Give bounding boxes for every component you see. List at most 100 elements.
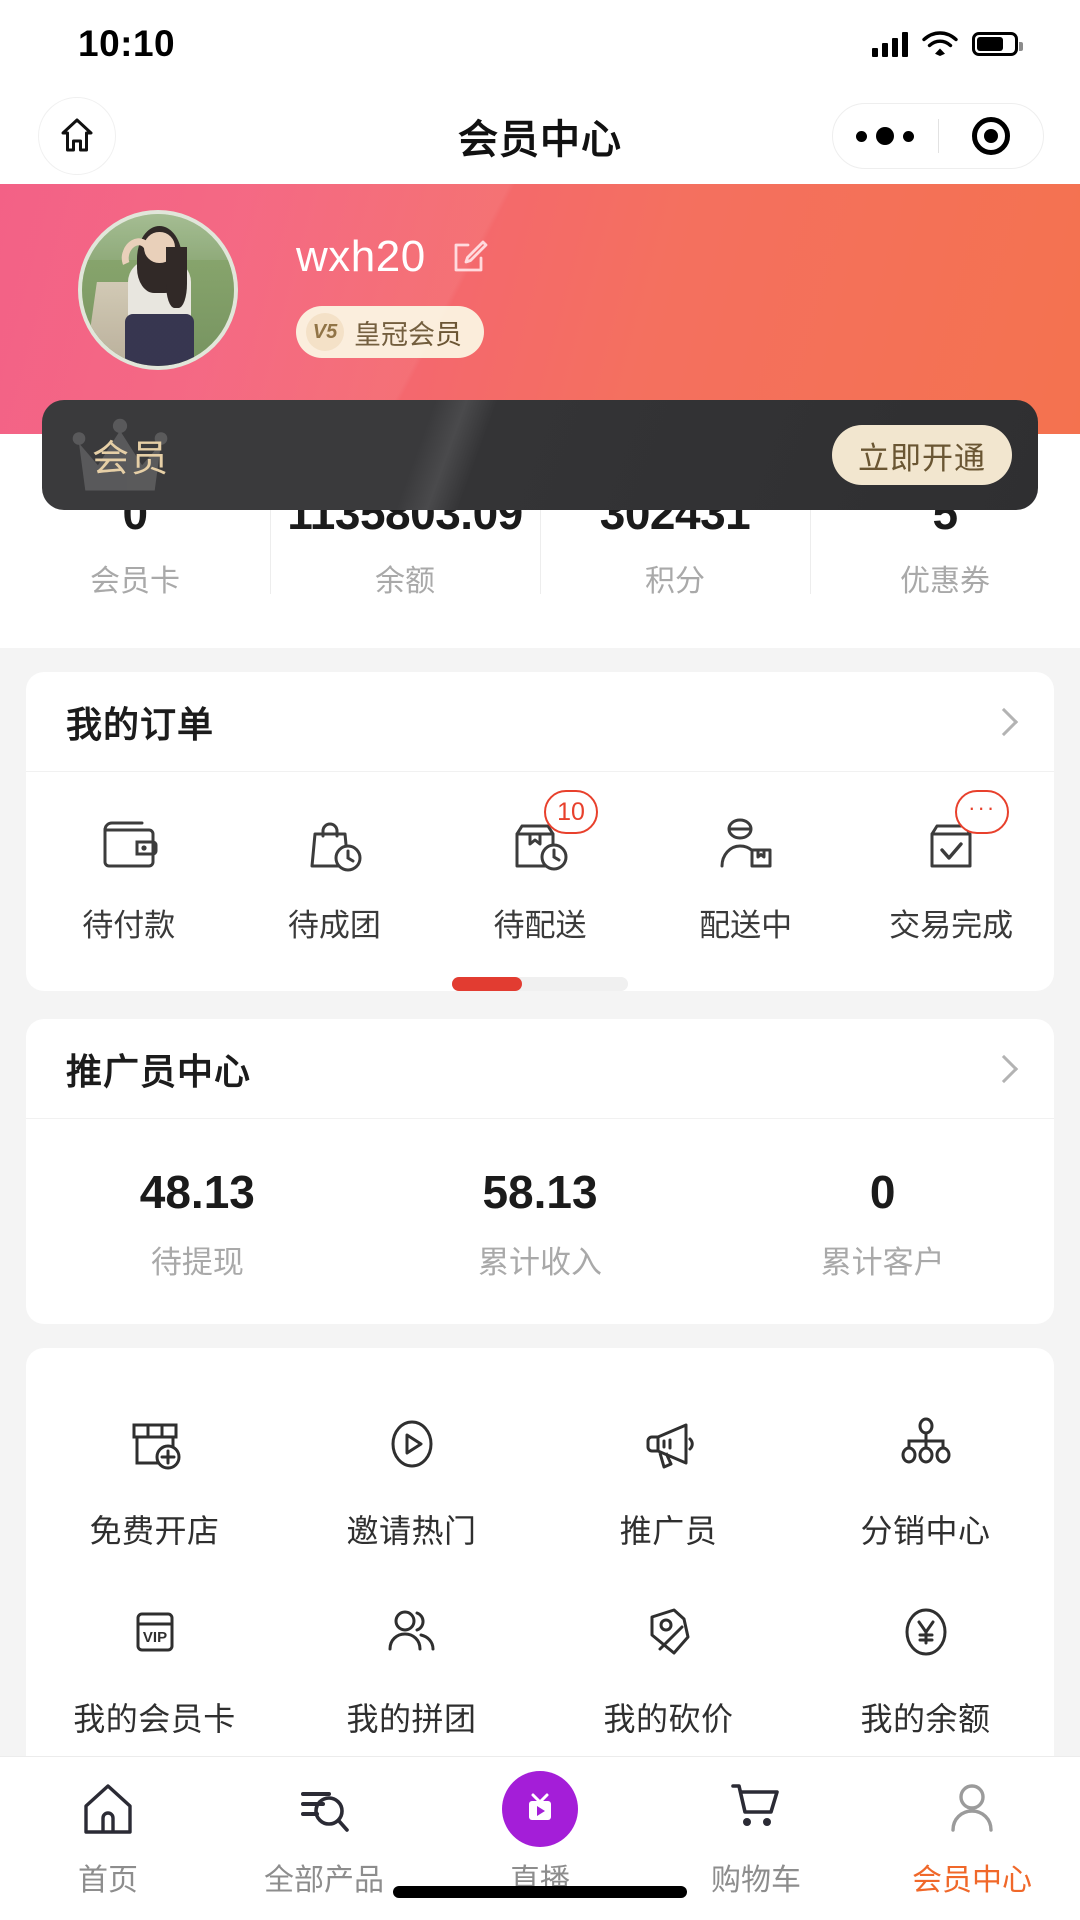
yuan-circle-icon: [905, 1608, 946, 1656]
megaphone-icon: [646, 1423, 694, 1469]
home-icon: [84, 1784, 132, 1834]
more-dots-icon: [856, 127, 915, 145]
bag-clock-icon: [310, 822, 362, 872]
member-level-badge: V5 皇冠会员: [296, 306, 484, 358]
stat-value: 0: [869, 1166, 896, 1218]
target-circle-icon: [971, 117, 1010, 155]
grid-item-label: 分销中心: [860, 1513, 991, 1549]
grid-item-label: 我的拼团: [346, 1701, 477, 1737]
stat-label: 积分: [645, 565, 705, 598]
grid-item-invite-hot[interactable]: 邀请热门: [283, 1390, 540, 1578]
home-indicator: [393, 1886, 687, 1898]
order-badge: ···: [955, 790, 1010, 834]
order-status-pending-delivery[interactable]: 10 待配送: [437, 790, 643, 945]
order-status-pending-group[interactable]: 待成团: [232, 812, 438, 945]
capsule-close-button[interactable]: [939, 117, 1044, 155]
grid-item-distribution[interactable]: 分销中心: [797, 1390, 1054, 1578]
level-label: 皇冠会员: [354, 319, 462, 350]
wifi-icon: [922, 31, 958, 56]
grid-item-promoter[interactable]: 推广员: [540, 1390, 797, 1578]
promoter-stat-total-customers[interactable]: 0 累计客户: [711, 1165, 1054, 1282]
tab-label: 会员中心: [912, 1864, 1032, 1897]
profile-hero: wxh20 V5 皇冠会员: [0, 184, 1080, 434]
order-status-label: 待配送: [493, 908, 587, 943]
username: wxh20: [296, 232, 426, 281]
shopping-cart-icon: [731, 1784, 779, 1826]
promoter-stat-total-income[interactable]: 58.13 累计收入: [369, 1165, 712, 1282]
status-bar: 10:10: [0, 0, 1080, 88]
stat-label: 优惠券: [900, 565, 990, 598]
card-title: 我的订单: [66, 703, 215, 745]
avatar[interactable]: [78, 210, 238, 370]
order-status-row: 待付款 待成团 10 待配送 配送中 ··· 交易完成: [26, 772, 1054, 951]
grid-item-open-shop[interactable]: 免费开店: [26, 1390, 283, 1578]
order-status-label: 配送中: [699, 908, 793, 943]
delivery-person-icon: [720, 818, 772, 868]
person-icon: [951, 1784, 993, 1832]
username-row: wxh20: [296, 232, 488, 282]
order-status-label: 交易完成: [889, 908, 1014, 943]
tab-home[interactable]: 首页: [0, 1773, 216, 1920]
order-status-label: 待成团: [287, 908, 381, 943]
battery-icon: [972, 32, 1023, 56]
chevron-right-icon: [989, 1054, 1019, 1083]
stat-value: 58.13: [482, 1166, 598, 1218]
stat-label: 累计收入: [478, 1245, 602, 1280]
discount-tag-icon: [650, 1608, 689, 1655]
promoter-center-header[interactable]: 推广员中心: [26, 1019, 1054, 1119]
my-orders-header[interactable]: 我的订单: [26, 672, 1054, 772]
cellular-signal-icon: [872, 31, 908, 57]
stat-label: 待提现: [150, 1245, 244, 1280]
order-status-in-delivery[interactable]: 配送中: [643, 812, 849, 945]
status-bar-indicators: [872, 31, 1023, 57]
group-people-icon: [388, 1610, 434, 1651]
edit-pencil-icon[interactable]: [450, 238, 488, 276]
chevron-right-icon: [989, 707, 1019, 736]
my-orders-card: 我的订单 待付款 待成团 10 待配送 配送中 ··· 交易完成: [26, 672, 1054, 991]
status-bar-time: 10:10: [78, 23, 176, 64]
stat-label: 会员卡: [90, 565, 180, 598]
vip-upgrade-card[interactable]: 会员 立即开通: [42, 400, 1038, 510]
stat-value: 48.13: [139, 1166, 255, 1218]
promoter-stats: 48.13 待提现 58.13 累计收入 0 累计客户: [26, 1119, 1054, 1324]
capsule-menu-button[interactable]: [833, 127, 938, 145]
promoter-stat-withdrawable[interactable]: 48.13 待提现: [26, 1165, 369, 1282]
tab-label: 购物车: [711, 1864, 801, 1897]
order-status-label: 待付款: [82, 908, 176, 943]
network-tree-icon: [901, 1417, 950, 1464]
grid-item-member-card[interactable]: VIP 我的会员卡: [26, 1578, 283, 1766]
order-status-completed[interactable]: ··· 交易完成: [848, 790, 1054, 945]
order-status-pending-payment[interactable]: 待付款: [26, 812, 232, 945]
tab-member-center[interactable]: 会员中心: [864, 1773, 1080, 1920]
grid-item-group-buy[interactable]: 我的拼团: [283, 1578, 540, 1766]
search-list-icon: [301, 1792, 349, 1832]
svg-text:VIP: VIP: [142, 1629, 166, 1646]
grid-item-label: 推广员: [619, 1513, 718, 1549]
tab-label: 首页: [78, 1864, 138, 1897]
grid-item-label: 我的余额: [860, 1701, 991, 1737]
grid-item-label: 我的砍价: [603, 1701, 734, 1737]
tab-label: 全部产品: [264, 1864, 384, 1897]
play-circle-icon: [391, 1420, 432, 1468]
stat-label: 余额: [375, 565, 435, 598]
vip-card-label: 会员: [92, 438, 170, 479]
order-badge: 10: [543, 790, 598, 834]
wechat-capsule: [832, 103, 1044, 169]
grid-item-bargain[interactable]: 我的砍价: [540, 1578, 797, 1766]
grid-item-label: 邀请热门: [346, 1513, 477, 1549]
level-tag: V5: [306, 313, 344, 351]
card-title: 推广员中心: [66, 1050, 252, 1092]
orders-scroll-indicator[interactable]: [452, 977, 628, 991]
vip-activate-button[interactable]: 立即开通: [832, 425, 1012, 485]
grid-item-balance[interactable]: 我的余额: [797, 1578, 1054, 1766]
wallet-icon: [103, 821, 158, 868]
live-tv-icon: [502, 1771, 578, 1847]
grid-item-label: 免费开店: [89, 1513, 220, 1549]
shop-add-icon: [132, 1423, 180, 1470]
promoter-center-card: 推广员中心 48.13 待提现 58.13 累计收入 0 累计客户: [26, 1019, 1054, 1324]
vip-card-icon: VIP: [136, 1612, 173, 1652]
stat-label: 累计客户: [820, 1245, 945, 1280]
grid-item-label: 我的会员卡: [73, 1701, 236, 1737]
nav-bar: 会员中心: [0, 88, 1080, 184]
app-screen: 10:10 会员中心 wxh20 V5 皇冠会员 会员 立即开通 0 会员卡 1…: [0, 0, 1080, 1920]
